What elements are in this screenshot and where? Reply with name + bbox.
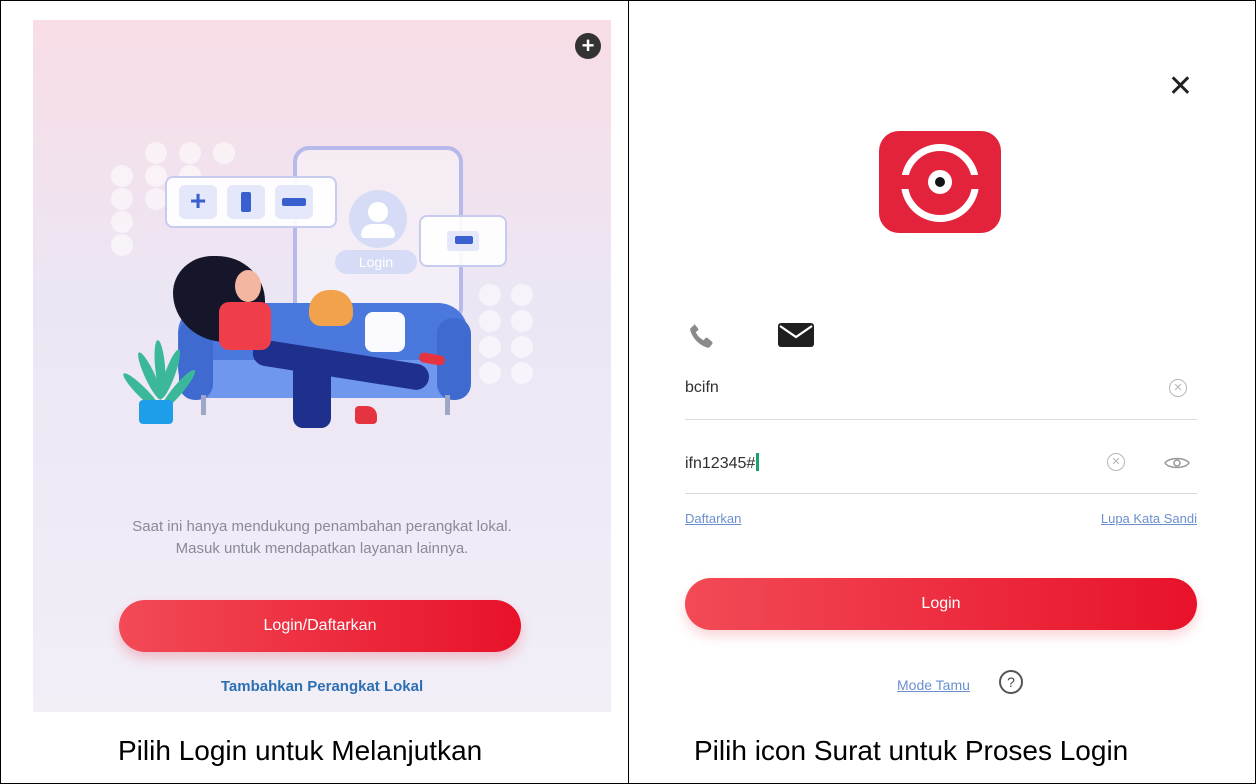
guest-mode-link[interactable]: Mode Tamu — [897, 677, 970, 693]
left-caption: Pilih Login untuk Melanjutkan — [118, 735, 483, 766]
question-circle-icon[interactable]: ? — [999, 670, 1023, 694]
forgot-password-link[interactable]: Lupa Kata Sandi — [1101, 511, 1197, 526]
mail-icon[interactable] — [777, 322, 815, 348]
illustration-login-pill: Login — [335, 250, 417, 274]
clear-username-icon[interactable]: ✕ — [1169, 379, 1187, 397]
right-screenshot: ✕ bcifn ✕ ifn12345# ✕ Daftarkan Lupa Kat… — [655, 55, 1217, 715]
add-local-device-link[interactable]: Tambahkan Perangkat Lokal — [33, 678, 611, 695]
doorbell-icon — [227, 185, 265, 219]
username-field[interactable]: bcifn — [685, 379, 719, 397]
panel-divider — [628, 0, 629, 784]
camera-card — [419, 215, 507, 267]
info-text: Saat ini hanya mendukung penambahan pera… — [132, 518, 512, 557]
pillow — [365, 312, 405, 352]
login-button[interactable]: Login — [685, 578, 1197, 630]
login-register-button[interactable]: Login/Daftarkan — [119, 600, 521, 652]
password-underline — [685, 493, 1197, 494]
plus-icon: + — [179, 185, 217, 219]
app-logo-icon — [879, 131, 1001, 233]
user-avatar-icon — [349, 190, 407, 248]
phone-icon[interactable] — [685, 319, 719, 353]
right-caption: Pilih icon Surat untuk Proses Login — [694, 735, 1129, 766]
eye-icon[interactable] — [1163, 455, 1191, 471]
nvr-icon — [275, 185, 313, 219]
dog-figure — [309, 290, 353, 326]
close-icon[interactable]: ✕ — [1168, 71, 1193, 103]
username-underline — [685, 419, 1197, 420]
plus-circle-icon[interactable]: + — [575, 33, 601, 59]
text-cursor — [756, 453, 760, 471]
device-type-card: + — [165, 176, 337, 228]
left-screenshot: + Login + Saat ini hanya mendukung penam… — [33, 20, 611, 712]
password-field[interactable]: ifn12345# — [685, 453, 760, 473]
clear-password-icon[interactable]: ✕ — [1107, 453, 1125, 471]
register-link[interactable]: Daftarkan — [685, 511, 741, 526]
camera-icon — [447, 231, 479, 251]
